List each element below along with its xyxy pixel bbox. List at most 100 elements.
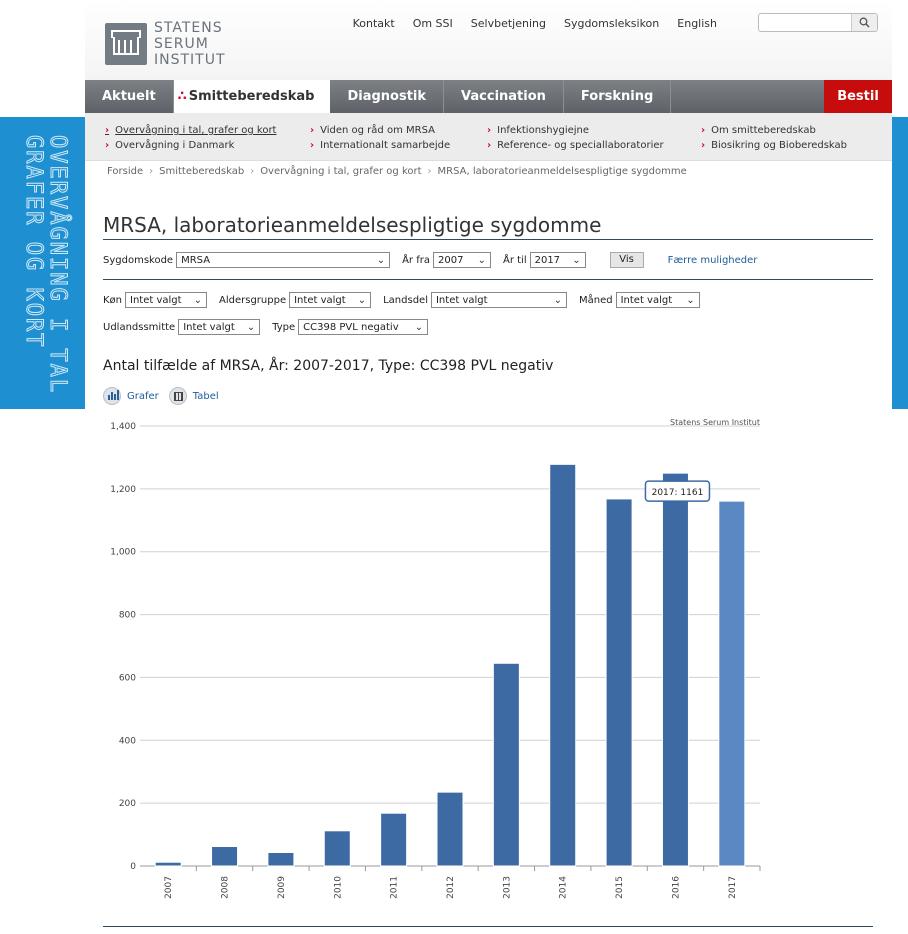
- subnav-col-2: Viden og råd om MRSA Internationalt sama…: [310, 123, 450, 153]
- y-axis-labels: 0 200 400 600 800 1,000 1,200 1,400: [110, 422, 136, 872]
- x-tick-label: 2014: [559, 876, 569, 899]
- maaned-select[interactable]: Intet valgt ⌄: [615, 292, 700, 308]
- grafer-label: Grafer: [127, 390, 159, 402]
- bar-2008[interactable]: [211, 846, 239, 867]
- aar-til-label: År til: [502, 254, 527, 266]
- breadcrumb-overvaagning[interactable]: Overvågning i tal, grafer og kort: [260, 166, 421, 177]
- aar-fra-select[interactable]: 2007 ⌄: [432, 252, 491, 268]
- vis-button[interactable]: Vis: [609, 252, 644, 268]
- bar-2012[interactable]: [436, 791, 464, 867]
- side-banner-right: [892, 117, 908, 409]
- chevron-down-icon: ⌄: [477, 254, 486, 266]
- aldersgruppe-label: Aldersgruppe: [219, 294, 287, 306]
- x-tick-label: 2012: [446, 876, 456, 899]
- sygdomskode-label: Sygdomskode: [103, 254, 174, 266]
- tabel-option[interactable]: Tabel: [168, 387, 219, 405]
- ssi-logo[interactable]: STATENS SERUM INSTITUT: [105, 20, 230, 70]
- tooltip-text: 2017: 1161: [652, 488, 704, 498]
- x-tick-label: 2010: [333, 876, 343, 899]
- y-tick-label: 600: [119, 673, 136, 683]
- chart-tooltip: 2017: 1161: [644, 480, 711, 502]
- link-om-ssi[interactable]: Om SSI: [413, 17, 453, 30]
- side-banner-text: OVERVÅGNING I TAL GRAFER OG KORT: [21, 134, 78, 395]
- nav-bestil[interactable]: Bestil: [824, 80, 892, 113]
- bar-2011[interactable]: [380, 812, 408, 867]
- x-tick-label: 2015: [615, 876, 625, 899]
- link-sygdomsleksikon[interactable]: Sygdomsleksikon: [564, 17, 659, 30]
- bar-2009[interactable]: [267, 851, 295, 867]
- search-input[interactable]: [758, 13, 878, 32]
- aldersgruppe-select[interactable]: Intet valgt ⌄: [289, 292, 372, 308]
- top-links: Kontakt Om SSI Selvbetjening Sygdomsleks…: [353, 17, 717, 30]
- x-tick-label: 2007: [164, 876, 174, 899]
- x-tick-label: 2011: [390, 876, 400, 899]
- x-tick-label: 2008: [221, 876, 231, 899]
- nav-aktuelt[interactable]: Aktuelt: [85, 80, 174, 113]
- filter-row-2: Køn Intet valgt ⌄ Aldersgruppe Intet valg…: [103, 292, 712, 308]
- type-select[interactable]: CC398 PVL negativ ⌄: [298, 319, 429, 335]
- main-nav: Aktuelt ∴ Smitteberedskab Diagnostik Vacc…: [85, 80, 892, 113]
- maaned-label: Måned: [578, 294, 613, 306]
- koen-select[interactable]: Intet valgt ⌄: [125, 292, 208, 308]
- landsdel-select[interactable]: Intet valgt ⌄: [430, 292, 567, 308]
- aar-til-select[interactable]: 2017 ⌄: [529, 252, 586, 268]
- link-selvbetjening[interactable]: Selvbetjening: [471, 17, 546, 30]
- nav-smitteberedskab[interactable]: ∴ Smitteberedskab: [173, 80, 331, 113]
- subnav-col-4: Om smitteberedskab Biosikring og Biobere…: [701, 123, 847, 153]
- landsdel-label: Landsdel: [383, 294, 428, 306]
- smitte-dots-icon: ∴: [177, 89, 187, 104]
- chevron-down-icon: ⌄: [246, 321, 256, 333]
- subnav-overvaagning-tal[interactable]: Overvågning i tal, grafer og kort: [105, 123, 276, 138]
- subnav-biosikring[interactable]: Biosikring og Bioberedskab: [701, 138, 847, 153]
- chart-heading: Antal tilfælde af MRSA, År: 2007-2017, T…: [103, 358, 554, 374]
- nav-smitteberedskab-label: Smitteberedskab: [188, 89, 315, 104]
- link-english[interactable]: English: [677, 17, 717, 30]
- bar-2015[interactable]: [605, 498, 633, 867]
- page-content: STATENS SERUM INSTITUT Kontakt Om SSI Se…: [85, 0, 892, 934]
- x-tick-label: 2016: [671, 876, 681, 899]
- chevron-down-icon: ⌄: [553, 294, 562, 306]
- filter-row-1: Sygdomskode MRSA ⌄ År fra 2007 ⌄ År til 20…: [103, 252, 757, 268]
- subnav-mrsa[interactable]: Viden og råd om MRSA: [310, 123, 450, 138]
- breadcrumb: Forside › Smitteberedskab › Overvågning …: [107, 166, 687, 177]
- nav-diagnostik[interactable]: Diagnostik: [330, 80, 445, 113]
- aar-fra-label: År fra: [402, 254, 430, 266]
- nav-forskning[interactable]: Forskning: [564, 80, 672, 113]
- subnav-reference[interactable]: Reference- og speciallaboratorier: [487, 138, 663, 153]
- nav-vaccination[interactable]: Vaccination: [444, 80, 564, 113]
- breadcrumb-forside[interactable]: Forside: [107, 166, 143, 177]
- x-axis-labels: 2007 2008 2009 2010 2011 2012 2013 2014 2015 2016…: [164, 866, 761, 899]
- bar-2014[interactable]: [549, 463, 577, 867]
- table-icon: [168, 387, 187, 405]
- breadcrumb-smitteberedskab[interactable]: Smitteberedskab: [159, 166, 244, 177]
- subnav-om-smitteberedskab[interactable]: Om smitteberedskab: [701, 123, 847, 138]
- subnav-overvaagning-danmark[interactable]: Overvågning i Danmark: [105, 138, 276, 153]
- bar-2016[interactable]: [661, 472, 689, 867]
- link-kontakt[interactable]: Kontakt: [353, 17, 395, 30]
- sub-nav: Overvågning i tal, grafer og kort Overvå…: [85, 113, 892, 161]
- view-toggle: Grafer Tabel: [103, 387, 219, 405]
- y-tick-label: 1,000: [110, 548, 136, 558]
- filter-row-3: Udlandssmitte Intet valgt ⌄ Type CC398 PV…: [103, 319, 440, 335]
- koen-label: Køn: [103, 294, 123, 306]
- faerre-muligheder-link[interactable]: Færre muligheder: [668, 255, 758, 266]
- site-header: STATENS SERUM INSTITUT Kontakt Om SSI Se…: [85, 0, 892, 80]
- bar-2013[interactable]: [492, 662, 520, 867]
- bar-2017[interactable]: [718, 500, 746, 867]
- grafer-option[interactable]: Grafer: [103, 387, 159, 405]
- chevron-down-icon: ⌄: [686, 294, 695, 306]
- udlandssmitte-select[interactable]: Intet valgt ⌄: [178, 319, 261, 335]
- subnav-infektionshygiejne[interactable]: Infektionshygiejne: [487, 123, 664, 138]
- bar-chart: 02004006008001,0001,2001,400 2007 2008 200…: [110, 418, 761, 899]
- y-tick-label: 200: [119, 799, 136, 809]
- subnav-internationalt[interactable]: Internationalt samarbejde: [310, 138, 450, 153]
- chevron-down-icon: ⌄: [357, 294, 367, 306]
- bar-2010[interactable]: [323, 830, 351, 867]
- breadcrumb-current: MRSA, laboratorieanmeldelsespligtige syg…: [437, 166, 687, 177]
- page-title: MRSA, laboratorieanmeldelsespligtige syg…: [103, 213, 873, 240]
- tabel-label: Tabel: [192, 390, 219, 402]
- search-button[interactable]: [851, 14, 877, 31]
- sygdomskode-select[interactable]: MRSA ⌄: [176, 252, 391, 268]
- subnav-col-1: Overvågning i tal, grafer og kort Overvå…: [105, 123, 276, 153]
- bar-2007[interactable]: [154, 861, 182, 867]
